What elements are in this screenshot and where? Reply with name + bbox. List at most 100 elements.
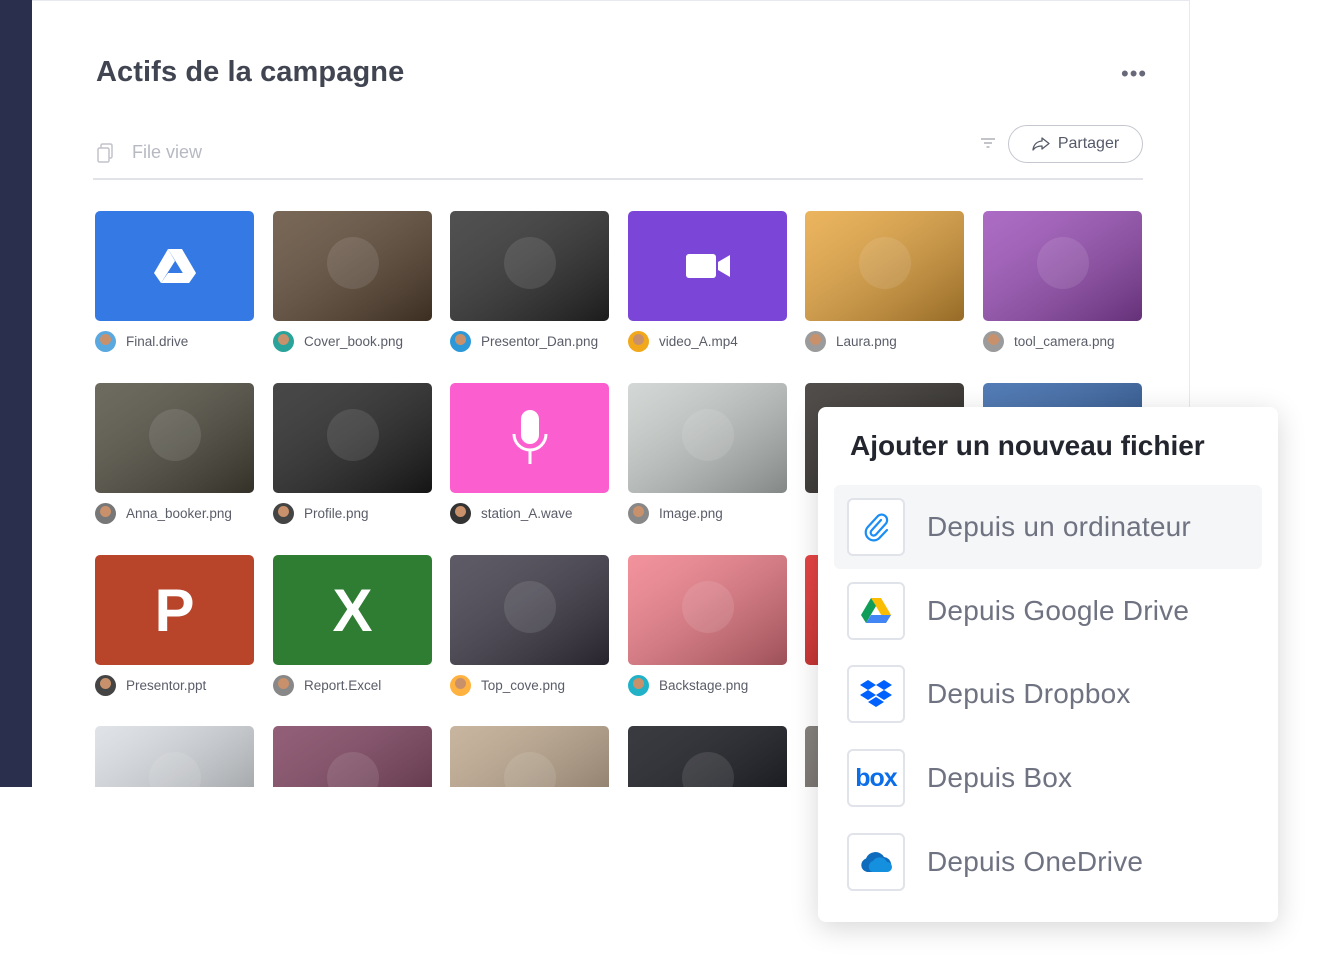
excel-icon: X xyxy=(332,576,373,644)
file-meta: Laura.png xyxy=(805,330,964,352)
file-thumbnail[interactable] xyxy=(95,211,254,321)
photo-thumbnail[interactable] xyxy=(805,211,964,321)
box-icon: box xyxy=(847,749,905,807)
file-tile[interactable]: Cover_book.png xyxy=(273,211,432,352)
photo-thumbnail[interactable] xyxy=(983,211,1142,321)
avatar[interactable] xyxy=(628,502,649,524)
microphone-icon xyxy=(512,410,547,464)
avatar[interactable] xyxy=(95,330,116,352)
file-thumbnail[interactable]: X xyxy=(273,555,432,665)
view-bar: File view Partager xyxy=(93,125,1143,180)
avatar[interactable] xyxy=(628,330,649,352)
file-name: Image.png xyxy=(659,505,723,521)
photo-thumbnail[interactable] xyxy=(273,211,432,321)
photo-thumbnail[interactable] xyxy=(273,726,432,787)
option-label: Depuis Google Drive xyxy=(927,595,1190,626)
onedrive-icon xyxy=(847,833,905,891)
file-name: Anna_booker.png xyxy=(126,505,232,521)
avatar[interactable] xyxy=(450,502,471,524)
file-meta: tool_camera.png xyxy=(983,330,1142,352)
option-label: Depuis un ordinateur xyxy=(927,511,1191,542)
file-tile[interactable]: Final.drive xyxy=(95,211,254,352)
avatar[interactable] xyxy=(628,674,649,696)
popup-title: Ajouter un nouveau fichier xyxy=(850,430,1205,461)
file-tile[interactable] xyxy=(450,726,609,787)
paperclip-icon xyxy=(847,498,905,556)
photo-thumbnail[interactable] xyxy=(450,555,609,665)
file-tile[interactable]: station_A.wave xyxy=(450,383,609,524)
option-label: Depuis OneDrive xyxy=(927,846,1144,877)
file-meta: Profile.png xyxy=(273,502,432,524)
video-camera-icon xyxy=(685,254,730,278)
file-tile[interactable] xyxy=(95,726,254,787)
file-tile[interactable]: Image.png xyxy=(628,383,787,524)
file-meta: video_A.mp4 xyxy=(628,330,787,352)
photo-thumbnail[interactable] xyxy=(95,383,254,493)
file-tile[interactable]: P Presentor.ppt xyxy=(95,555,254,696)
filter-icon[interactable] xyxy=(980,137,996,149)
file-meta: Presentor.ppt xyxy=(95,674,254,696)
option-from-dropbox[interactable]: Depuis Dropbox xyxy=(834,652,1262,736)
option-label: Depuis Dropbox xyxy=(927,678,1131,709)
file-tile[interactable]: Laura.png xyxy=(805,211,964,352)
file-tile[interactable] xyxy=(273,726,432,787)
photo-thumbnail[interactable] xyxy=(95,726,254,787)
file-name: video_A.mp4 xyxy=(659,333,738,349)
file-name: Backstage.png xyxy=(659,677,749,693)
more-options-icon[interactable]: ••• xyxy=(1121,63,1147,85)
avatar[interactable] xyxy=(983,330,1004,352)
file-tile[interactable]: Presentor_Dan.png xyxy=(450,211,609,352)
page-title: Actifs de la campagne xyxy=(96,56,405,88)
file-name: tool_camera.png xyxy=(1014,333,1115,349)
file-view-icon xyxy=(97,143,113,163)
avatar[interactable] xyxy=(805,330,826,352)
file-meta: Backstage.png xyxy=(628,674,787,696)
share-button[interactable]: Partager xyxy=(1008,125,1143,163)
photo-thumbnail[interactable] xyxy=(628,726,787,787)
file-view-tab[interactable]: File view xyxy=(132,142,202,163)
file-tile[interactable]: Top_cove.png xyxy=(450,555,609,696)
option-from-onedrive[interactable]: Depuis OneDrive xyxy=(834,820,1262,904)
google-drive-icon xyxy=(153,249,196,283)
avatar[interactable] xyxy=(273,330,294,352)
file-meta: Anna_booker.png xyxy=(95,502,254,524)
option-from-box[interactable]: box Depuis Box xyxy=(834,736,1262,820)
avatar[interactable] xyxy=(273,674,294,696)
file-meta: Image.png xyxy=(628,502,787,524)
photo-thumbnail[interactable] xyxy=(450,211,609,321)
file-tile[interactable]: Anna_booker.png xyxy=(95,383,254,524)
photo-thumbnail[interactable] xyxy=(450,726,609,787)
file-name: Cover_book.png xyxy=(304,333,404,349)
avatar[interactable] xyxy=(95,674,116,696)
photo-thumbnail[interactable] xyxy=(273,383,432,493)
file-thumbnail[interactable] xyxy=(450,383,609,493)
file-tile[interactable]: Backstage.png xyxy=(628,555,787,696)
file-tile[interactable]: tool_camera.png xyxy=(983,211,1142,352)
file-tile[interactable]: video_A.mp4 xyxy=(628,211,787,352)
avatar[interactable] xyxy=(450,674,471,696)
option-from-google-drive[interactable]: Depuis Google Drive xyxy=(834,569,1262,653)
avatar[interactable] xyxy=(95,502,116,524)
avatar[interactable] xyxy=(273,502,294,524)
photo-thumbnail[interactable] xyxy=(628,555,787,665)
google-drive-icon xyxy=(847,582,905,640)
file-meta: Top_cove.png xyxy=(450,674,609,696)
share-icon xyxy=(1032,137,1050,151)
avatar[interactable] xyxy=(450,330,471,352)
file-name: Presentor.ppt xyxy=(126,677,207,693)
option-label: Depuis Box xyxy=(927,762,1073,793)
share-label: Partager xyxy=(1057,135,1120,152)
file-thumbnail[interactable]: P xyxy=(95,555,254,665)
file-name: Report.Excel xyxy=(304,677,382,693)
file-meta: Presentor_Dan.png xyxy=(450,330,609,352)
dropbox-icon xyxy=(847,665,905,723)
file-meta: Cover_book.png xyxy=(273,330,432,352)
file-thumbnail[interactable] xyxy=(628,211,787,321)
file-tile[interactable] xyxy=(628,726,787,787)
file-tile[interactable]: Profile.png xyxy=(273,383,432,524)
file-tile[interactable]: X Report.Excel xyxy=(273,555,432,696)
file-name: Presentor_Dan.png xyxy=(481,333,599,349)
file-name: station_A.wave xyxy=(481,505,573,521)
option-from-computer[interactable]: Depuis un ordinateur xyxy=(834,485,1262,569)
photo-thumbnail[interactable] xyxy=(628,383,787,493)
